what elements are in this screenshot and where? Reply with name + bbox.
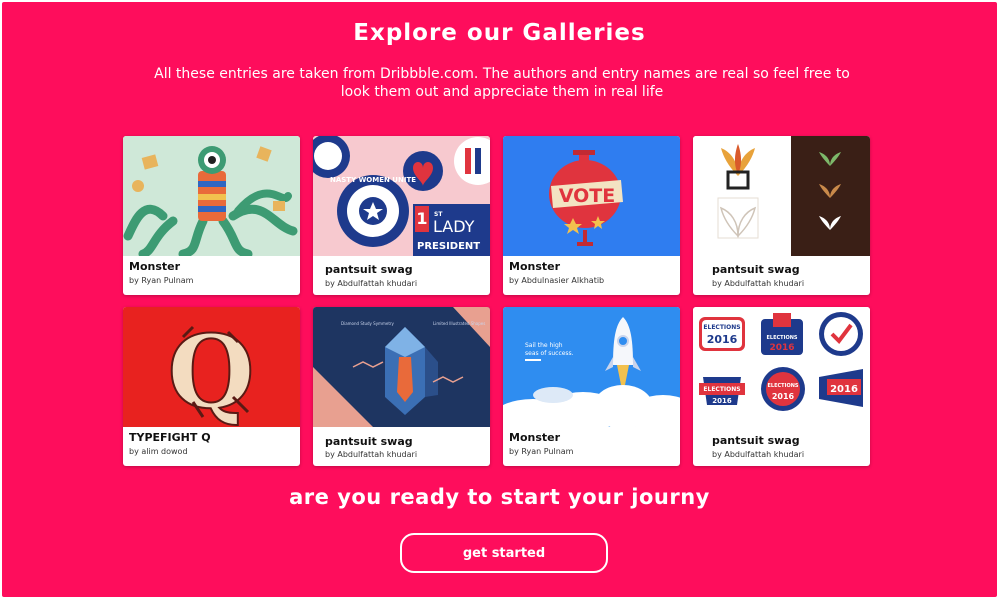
card-artwork: Q: [123, 307, 300, 427]
card-author: by Abdulfattah khudari: [325, 450, 418, 459]
card-artwork: ELECTIONS 2016 ELECTIONS 2016 ELECTIONS …: [693, 307, 870, 427]
balloon-text: VOTE: [559, 185, 615, 207]
sticker-text: 2016: [769, 343, 794, 353]
card-artwork: [123, 136, 300, 256]
badge-text: LADY: [433, 217, 475, 236]
art-letter: Q: [167, 313, 254, 427]
card-author: by Ryan Pulnam: [509, 447, 574, 456]
sticker-text: ELECTIONS: [767, 335, 798, 341]
poster-text: Limited Illustrated Shapes: [433, 321, 485, 326]
card-artwork: [693, 136, 870, 256]
card-author: by Ryan Pulnam: [129, 276, 194, 285]
gallery-card-pantsuit-swag[interactable]: ELECTIONS 2016 ELECTIONS 2016 ELECTIONS …: [693, 307, 870, 466]
cta-heading: are you ready to start your journy: [289, 485, 710, 509]
gallery-card-monster[interactable]: Sail the high seas of success. Monster b…: [503, 307, 680, 466]
gallery-card-monster[interactable]: Monster by Ryan Pulnam: [123, 136, 300, 295]
gallery-page: Explore our Galleries All these entries …: [2, 2, 997, 597]
gallery-card-typefight-q[interactable]: Q TYPEFIGHT Q by alim dowod: [123, 307, 300, 466]
card-author: by Abdulfattah khudari: [712, 279, 805, 288]
card-artwork: Sail the high seas of success.: [503, 307, 680, 427]
gallery-card-pantsuit-swag[interactable]: pantsuit swag by Abdulfattah khudari: [693, 136, 870, 295]
sticker-text: 2016: [707, 333, 738, 346]
card-title: pantsuit swag: [325, 435, 413, 448]
page-subtitle: All these entries are taken from Dribbbl…: [154, 66, 850, 100]
card-title: pantsuit swag: [712, 434, 800, 447]
badge-text: PRESIDENT: [417, 241, 480, 252]
sticker-text: 2016: [830, 384, 858, 395]
badge-text: 1: [416, 209, 427, 228]
poster-text: seas of success.: [525, 350, 574, 357]
sticker-text: 2016: [712, 397, 732, 405]
sticker-text: ELECTIONS: [768, 383, 799, 389]
card-title: TYPEFIGHT Q: [129, 431, 211, 444]
card-title: pantsuit swag: [712, 263, 800, 276]
sticker-text: ELECTIONS: [703, 324, 740, 331]
page-title: Explore our Galleries: [353, 20, 646, 46]
gallery-card-pantsuit-swag[interactable]: NASTY WOMEN UNITE 1 ST LADY PRESIDENT pa…: [313, 136, 490, 295]
card-author: by Abdulfattah khudari: [712, 450, 805, 459]
card-title: Monster: [129, 260, 181, 273]
card-author: by Abdulnasier Alkhatib: [509, 276, 605, 285]
gallery-card-pantsuit-swag[interactable]: Diamond Study Symmetry Limited Illustrat…: [313, 307, 490, 466]
poster-text: Sail the high: [525, 342, 563, 349]
poster-text: Diamond Study Symmetry: [341, 321, 395, 326]
sticker-text: ELECTIONS: [703, 386, 740, 393]
get-started-button[interactable]: get started: [400, 533, 608, 573]
card-author: by Abdulfattah khudari: [325, 279, 418, 288]
card-title: Monster: [509, 260, 561, 273]
card-title: pantsuit swag: [325, 263, 413, 276]
sticker-text: 2016: [772, 392, 795, 401]
card-artwork: VOTE: [503, 136, 680, 256]
card-artwork: Diamond Study Symmetry Limited Illustrat…: [313, 307, 490, 427]
card-author: by alim dowod: [129, 447, 188, 456]
card-artwork: NASTY WOMEN UNITE 1 ST LADY PRESIDENT: [313, 136, 490, 256]
gallery-card-monster[interactable]: VOTE Monster by Abdulnasier Alkhatib: [503, 136, 680, 295]
card-title: Monster: [509, 431, 561, 444]
badge-text: NASTY WOMEN UNITE: [330, 176, 416, 184]
